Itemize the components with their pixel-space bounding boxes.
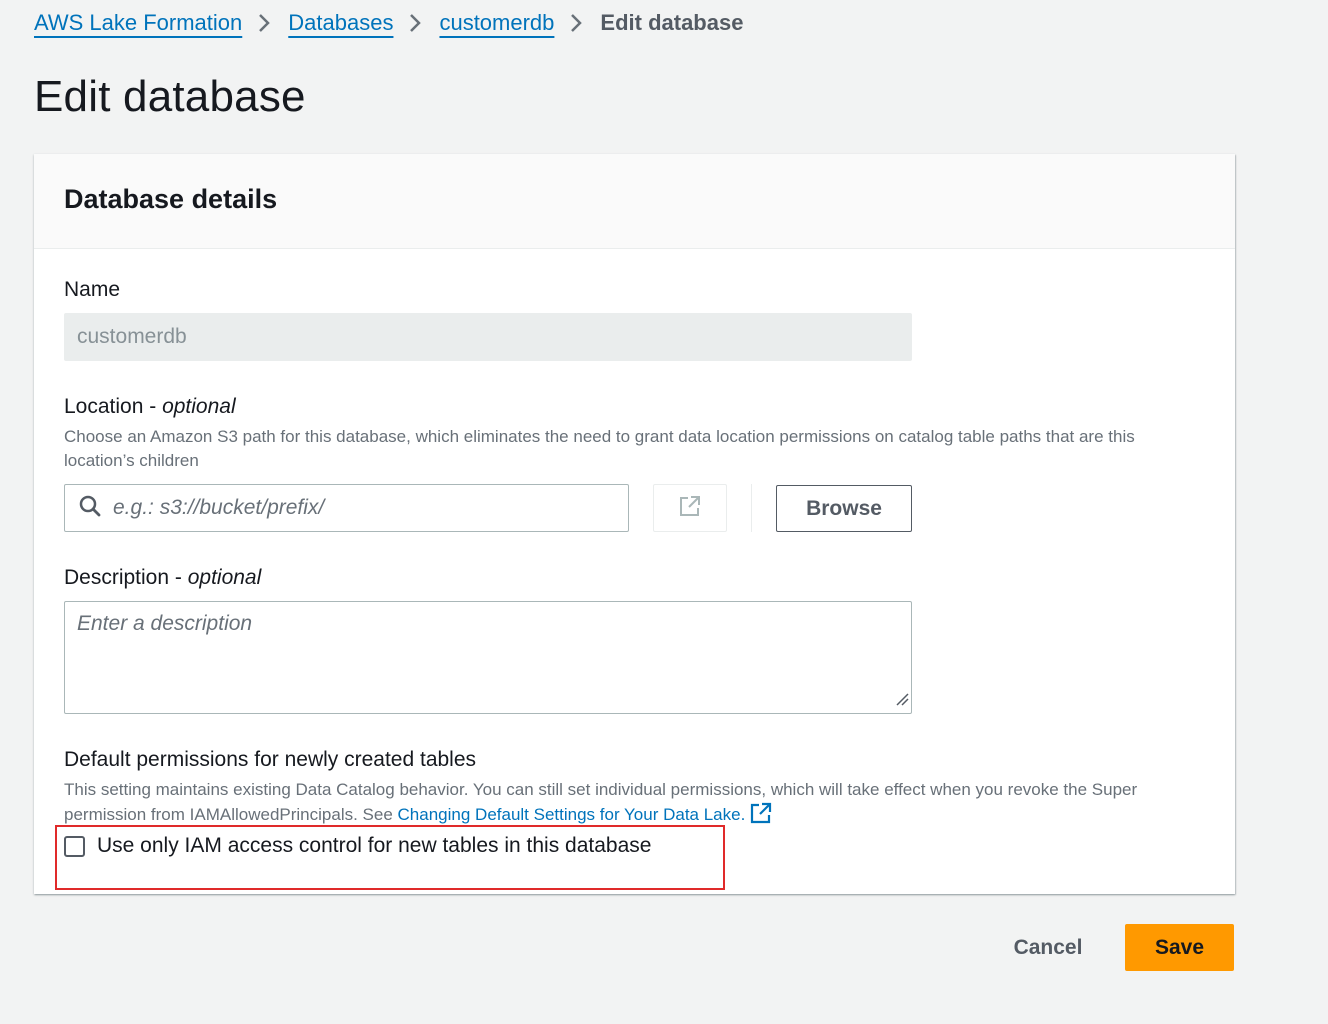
location-label-text: Location xyxy=(64,395,144,418)
breadcrumb: AWS Lake Formation Databases customerdb … xyxy=(34,8,743,38)
name-value: customerdb xyxy=(77,325,187,348)
breadcrumb-current: Edit database xyxy=(600,10,744,35)
external-link-icon xyxy=(678,494,702,523)
open-location-button[interactable] xyxy=(653,484,727,532)
location-description: Choose an Amazon S3 path for this databa… xyxy=(64,427,1135,470)
cancel-button[interactable]: Cancel xyxy=(994,924,1102,971)
name-field: customerdb xyxy=(64,313,912,361)
resize-grip-icon[interactable] xyxy=(895,692,909,711)
browse-button[interactable]: Browse xyxy=(776,485,912,532)
default-settings-link-text: Changing Default Settings for Your Data … xyxy=(397,805,746,824)
default-settings-help-link[interactable]: Changing Default Settings for Your Data … xyxy=(397,802,773,824)
location-input[interactable] xyxy=(113,496,593,520)
chevron-right-icon xyxy=(570,13,583,33)
breadcrumb-item-lake-formation[interactable]: AWS Lake Formation xyxy=(34,8,242,38)
iam-access-control-checkbox[interactable] xyxy=(64,835,85,857)
panel-header: Database details xyxy=(34,154,1235,249)
external-link-icon xyxy=(750,802,772,824)
breadcrumb-item-databases[interactable]: Databases xyxy=(288,8,393,38)
description-textarea[interactable] xyxy=(77,612,899,703)
iam-access-control-label[interactable]: Use only IAM access control for new tabl… xyxy=(97,834,651,858)
default-permissions-label: Default permissions for newly created ta… xyxy=(64,748,477,771)
location-optional-tag: optional xyxy=(162,395,236,418)
iam-access-control-option: Use only IAM access control for new tabl… xyxy=(64,834,651,858)
location-input-wrapper xyxy=(64,484,629,532)
default-permissions-description: This setting maintains existing Data Cat… xyxy=(64,778,1204,827)
chevron-right-icon xyxy=(409,13,422,33)
chevron-right-icon xyxy=(258,13,271,33)
page-title: Edit database xyxy=(34,72,306,121)
location-label: Location - optional xyxy=(64,395,236,418)
description-field xyxy=(64,601,912,714)
divider xyxy=(751,484,752,532)
search-icon xyxy=(79,495,101,522)
database-details-panel: Database details Name customerdb Locatio… xyxy=(34,154,1235,894)
breadcrumb-item-customerdb[interactable]: customerdb xyxy=(439,8,554,38)
save-button[interactable]: Save xyxy=(1125,924,1234,971)
name-label: Name xyxy=(64,278,121,301)
description-label: Description - optional xyxy=(64,566,262,589)
description-optional-tag: optional xyxy=(187,566,262,589)
panel-title: Database details xyxy=(64,184,278,214)
description-label-text: Description xyxy=(64,566,170,589)
